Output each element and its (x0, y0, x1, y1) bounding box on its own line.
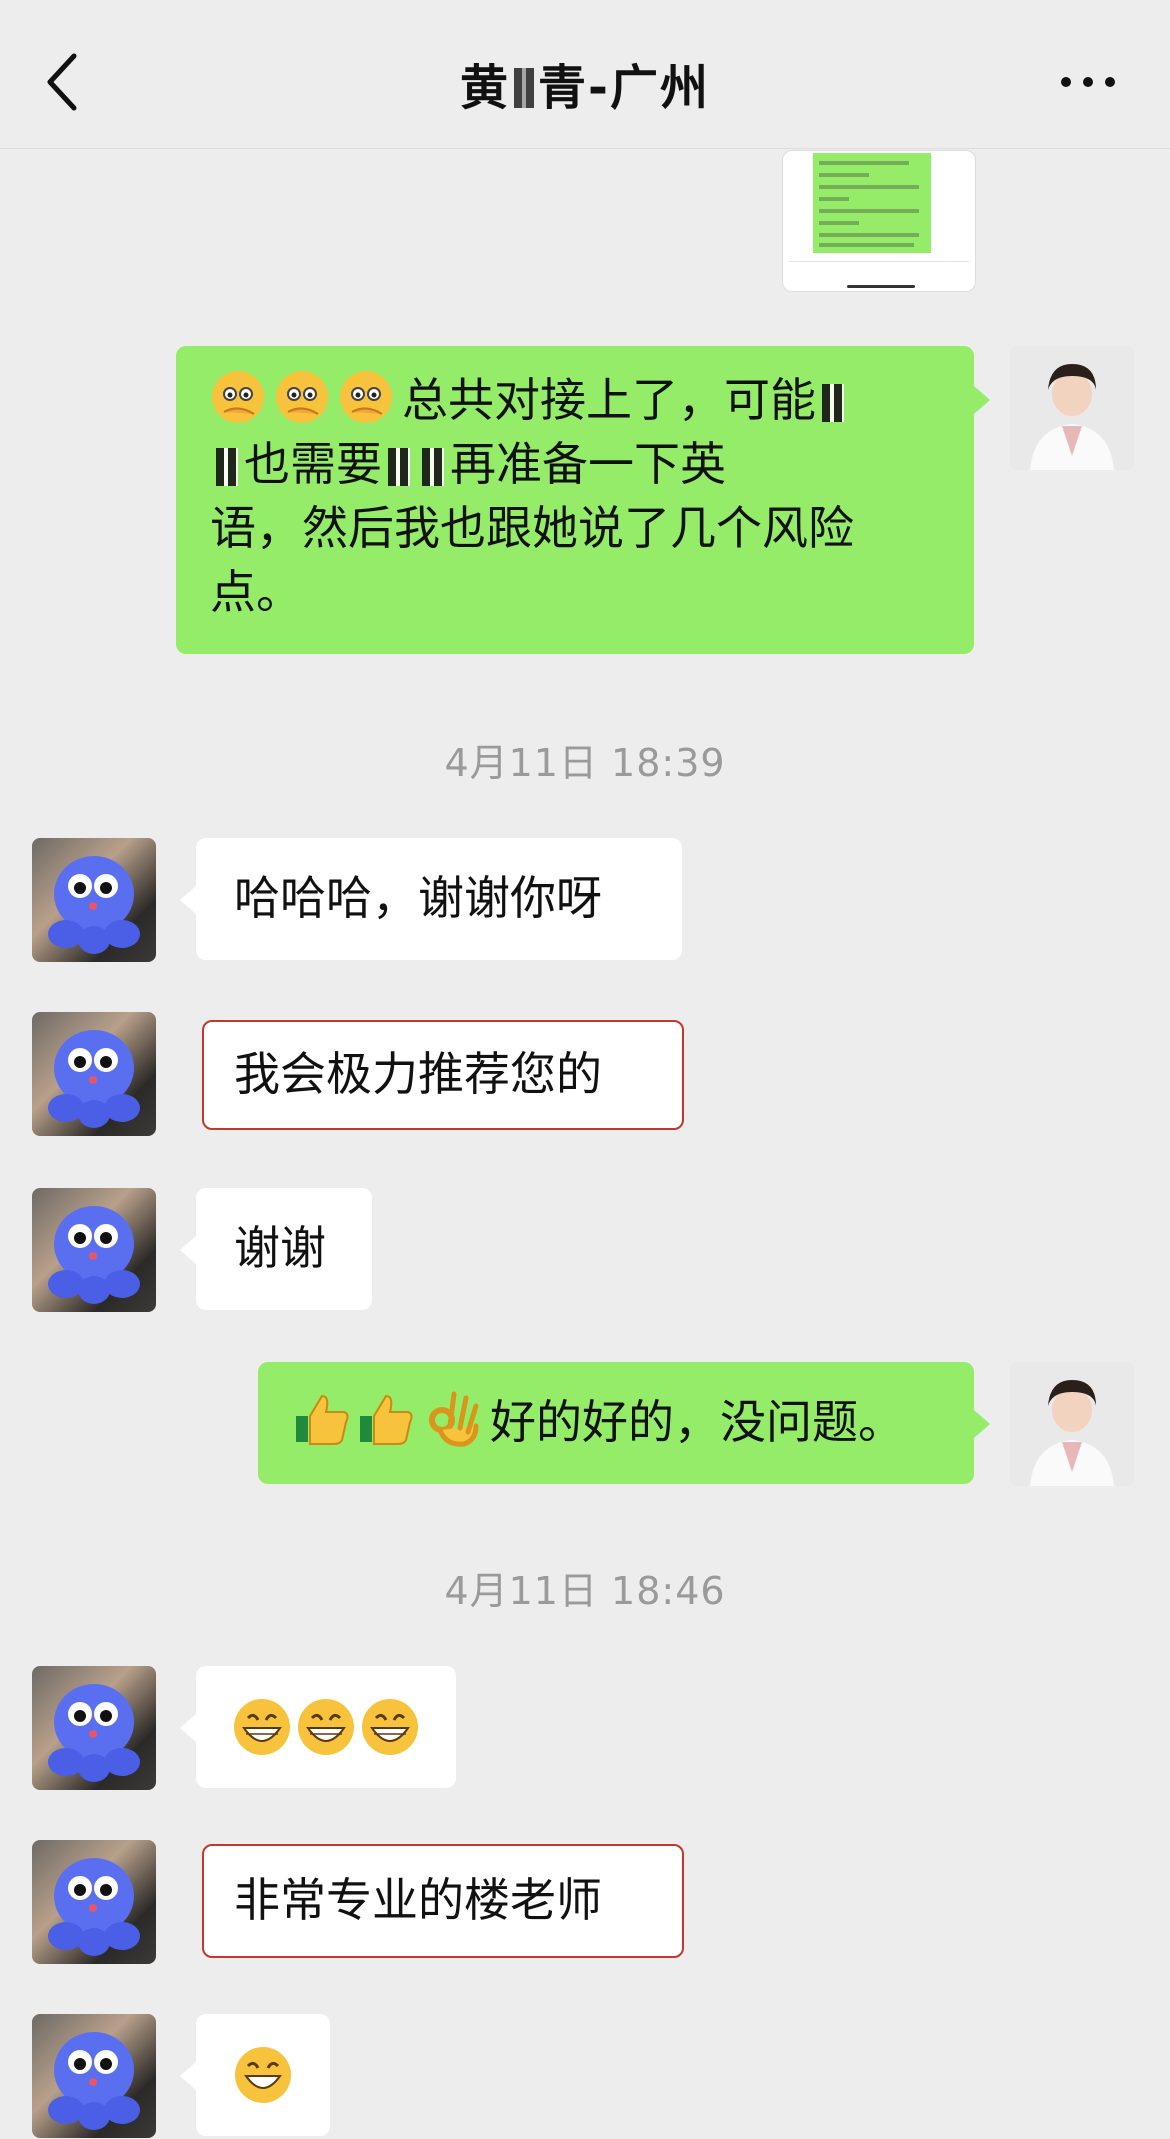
message-bubble-me[interactable]: 总共对接上了，可能 也需要 再准备一下英 语，然后我也跟她说了几个风险 点。 (176, 346, 974, 654)
message-line: 总共对接上了，可能 (210, 368, 944, 432)
redaction-mask (514, 68, 535, 108)
message-bubble-me[interactable]: 好的好的，没问题。 (258, 1362, 974, 1484)
message-line: 点。 (210, 565, 302, 619)
contact-avatar[interactable] (32, 1840, 156, 1964)
timestamp: 4月11日 18:46 (444, 1569, 726, 1613)
chat-header: 黄青-广州 (0, 0, 1170, 149)
grin-emoji (234, 1699, 418, 1755)
message-bubble-them[interactable] (196, 2014, 330, 2136)
message-text: 再准备一下英 (450, 437, 726, 491)
message-text: 也需要 (244, 437, 382, 491)
thumbnail-green-area (813, 153, 931, 253)
my-avatar[interactable] (1010, 1362, 1134, 1486)
bubble-tail (974, 1410, 990, 1438)
redaction-mask (822, 384, 844, 422)
contact-avatar[interactable] (32, 1012, 156, 1136)
message-line: 也需要 再准备一下英 (210, 432, 944, 496)
redaction-mask (422, 448, 444, 486)
contact-avatar[interactable] (32, 2014, 156, 2138)
contact-avatar[interactable] (32, 1188, 156, 1312)
smile-emoji (235, 2047, 291, 2103)
contact-avatar[interactable] (32, 1666, 156, 1790)
message-text: 非常专业的楼老师 (234, 1873, 602, 1927)
image-message-thumbnail[interactable] (782, 150, 976, 292)
thumbnail-home-indicator (847, 285, 915, 288)
bubble-tail (974, 386, 990, 414)
thumbs-up-ok-emoji (296, 1391, 479, 1447)
message-bubble-them[interactable] (196, 1666, 456, 1788)
contact-avatar[interactable] (32, 838, 156, 962)
message-text: 哈哈哈，谢谢你呀 (234, 871, 602, 925)
message-bubble-them-highlighted[interactable]: 我会极力推荐您的 (202, 1020, 684, 1130)
redaction-mask (216, 448, 238, 486)
message-text: 总共对接上了，可能 (402, 373, 816, 427)
message-text: 我会极力推荐您的 (234, 1047, 602, 1101)
message-text: 谢谢 (234, 1221, 326, 1275)
message-bubble-them-highlighted[interactable]: 非常专业的楼老师 (202, 1844, 684, 1958)
bubble-tail (180, 1714, 196, 1742)
bubble-tail (180, 886, 196, 914)
peek-face-emoji (212, 371, 392, 423)
message-text: 好的好的，没问题。 (490, 1395, 904, 1449)
chat-title-part2: 青-广州 (538, 60, 710, 116)
my-avatar[interactable] (1010, 346, 1134, 470)
message-line: 语，然后我也跟她说了几个风险 (210, 501, 854, 555)
thumbnail-input-bar (789, 261, 969, 284)
redaction-mask (388, 448, 410, 486)
message-bubble-them[interactable]: 哈哈哈，谢谢你呀 (196, 838, 682, 960)
bubble-tail (180, 1236, 196, 1264)
chat-title: 黄青-广州 (0, 48, 1170, 118)
timestamp: 4月11日 18:39 (444, 741, 726, 785)
message-bubble-them[interactable]: 谢谢 (196, 1188, 372, 1310)
more-dots-icon[interactable] (1058, 62, 1118, 102)
chat-title-part1: 黄 (460, 60, 511, 116)
bubble-tail (180, 2062, 196, 2090)
